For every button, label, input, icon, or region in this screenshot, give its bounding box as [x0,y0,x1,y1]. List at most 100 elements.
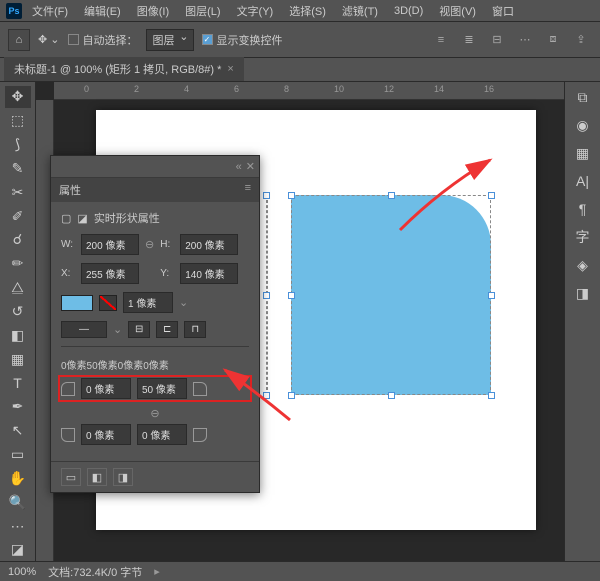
stroke-width-field[interactable]: 1 像素 [123,292,173,313]
crop-tool[interactable]: ✂ [5,181,31,203]
width-field[interactable]: 200 像素 [81,234,139,255]
menu-layer[interactable]: 图层(L) [179,1,226,21]
menu-edit[interactable]: 编辑(E) [78,1,127,21]
lasso-tool[interactable]: ⟆ [5,134,31,156]
panel-tab[interactable]: 属性 ≡ [51,178,259,202]
stroke-swatch[interactable] [99,295,117,311]
auto-select-mode[interactable]: 图层 [146,29,194,51]
foreground-color[interactable]: ◪ [5,539,31,561]
healing-tool[interactable]: ☌ [5,229,31,251]
overflow-icon[interactable]: ⋯ [514,29,536,51]
pen-tool[interactable]: ✒ [5,396,31,418]
show-transform-checkbox[interactable] [202,34,213,45]
panel-header[interactable]: « ✕ [51,156,259,178]
corner-tl-field[interactable]: 0 像素 [81,378,131,399]
menu-file[interactable]: 文件(F) [26,1,74,21]
history-panel-icon[interactable]: ⧉ [570,86,596,108]
zoom-level[interactable]: 100% [8,566,36,578]
panel-menu-icon[interactable]: ≡ [245,182,251,194]
transform-handle[interactable] [263,392,270,399]
char-panel-icon[interactable]: A| [570,170,596,192]
panel-subtitle: 实时形状属性 [94,210,160,226]
gradient-tool[interactable]: ▦ [5,348,31,370]
brush-tool[interactable]: ✏ [5,253,31,275]
link-wh-icon[interactable]: ⊖ [145,238,154,251]
transform-handle[interactable] [488,392,495,399]
rectangle-tool[interactable]: ▭ [5,444,31,466]
mask-icon-2[interactable]: ◧ [87,468,107,486]
stroke-join-select[interactable]: ⊓ [184,321,206,338]
menu-window[interactable]: 窗口 [486,1,520,21]
link-corners-icon[interactable]: ⊖ [150,408,159,420]
color-panel-icon[interactable]: ◉ [570,114,596,136]
properties-panel-icon[interactable]: ◈ [570,254,596,276]
height-field[interactable]: 200 像素 [180,234,238,255]
3d-mode-icon[interactable]: ⧈ [542,29,564,51]
mask-icon-3[interactable]: ◨ [113,468,133,486]
swatches-panel-icon[interactable]: ▦ [570,142,596,164]
zoom-tool[interactable]: 🔍 [5,491,31,513]
marquee-tool[interactable]: ⬚ [5,110,31,132]
doc-info-dropdown-icon[interactable]: ▸ [154,565,160,578]
ruler-tick: 16 [484,84,494,94]
stroke-dropdown-icon[interactable]: ⌄ [179,296,188,309]
paragraph-panel-icon[interactable]: ¶ [570,198,596,220]
transform-handle[interactable] [388,392,395,399]
properties-panel[interactable]: « ✕ 属性 ≡ ▢ ◪ 实时形状属性 W: 200 像素 ⊖ H: 200 像… [50,155,260,493]
auto-select-checkbox[interactable] [68,34,79,45]
ruler-tick: 6 [234,84,239,94]
hand-tool[interactable]: ✋ [5,468,31,490]
ruler-tick: 10 [334,84,344,94]
corner-tl-icon [61,382,75,396]
transform-handle[interactable] [388,192,395,199]
type-tool[interactable]: T [5,372,31,394]
eraser-tool[interactable]: ◧ [5,324,31,346]
transform-handle[interactable] [288,192,295,199]
distribute-icon[interactable]: ⊟ [486,29,508,51]
layers-panel-icon[interactable]: ◨ [570,282,596,304]
menu-3d[interactable]: 3D(D) [388,3,429,19]
transform-handle[interactable] [263,292,270,299]
menu-image[interactable]: 图像(I) [131,1,175,21]
transform-handle[interactable] [288,292,295,299]
y-field[interactable]: 140 像素 [180,263,238,284]
close-tab-icon[interactable]: × [227,63,233,75]
menu-select[interactable]: 选择(S) [283,1,332,21]
mask-icon[interactable]: ▭ [61,468,81,486]
stroke-style-select[interactable]: — [61,321,107,338]
corner-bl-field[interactable]: 0 像素 [81,424,131,445]
eyedropper-tool[interactable]: ✐ [5,205,31,227]
menu-type[interactable]: 文字(Y) [231,1,280,21]
glyphs-panel-icon[interactable]: 字 [570,226,596,248]
align-icon[interactable]: ≡ [430,29,452,51]
quick-select-tool[interactable]: ✎ [5,158,31,180]
corner-tr-field[interactable]: 50 像素 [137,378,187,399]
collapse-icon[interactable]: « [236,161,242,173]
menu-filter[interactable]: 滤镜(T) [336,1,384,21]
transform-handle[interactable] [288,392,295,399]
stroke-cap-select[interactable]: ⊏ [156,321,178,338]
transform-handle[interactable] [263,192,270,199]
stroke-style-dropdown-icon[interactable]: ⌄ [113,323,122,336]
history-brush-tool[interactable]: ↺ [5,301,31,323]
document-tab[interactable]: 未标题-1 @ 100% (矩形 1 拷贝, RGB/8#) * × [4,57,244,81]
close-panel-icon[interactable]: ✕ [246,160,255,173]
move-tool-indicator[interactable]: ✥ ⌄ [38,33,60,46]
edit-toolbar[interactable]: ⋯ [5,515,31,537]
stroke-align-select[interactable]: ⊟ [128,321,150,338]
align-icon-2[interactable]: ≣ [458,29,480,51]
doc-info[interactable]: 文档:732.4K/0 字节 [48,564,142,580]
fill-swatch[interactable] [61,295,93,311]
path-select-tool[interactable]: ↖ [5,420,31,442]
panel-footer: ▭ ◧ ◨ [51,461,259,492]
move-tool[interactable]: ✥ [5,86,31,108]
stamp-tool[interactable]: ⧋ [5,277,31,299]
transform-handle[interactable] [488,292,495,299]
menu-view[interactable]: 视图(V) [433,1,482,21]
transform-handle[interactable] [488,192,495,199]
x-field[interactable]: 255 像素 [81,263,139,284]
transform-bounds [291,195,491,395]
share-icon[interactable]: ⇪ [570,29,592,51]
home-button[interactable]: ⌂ [8,29,30,51]
corner-br-field[interactable]: 0 像素 [137,424,187,445]
